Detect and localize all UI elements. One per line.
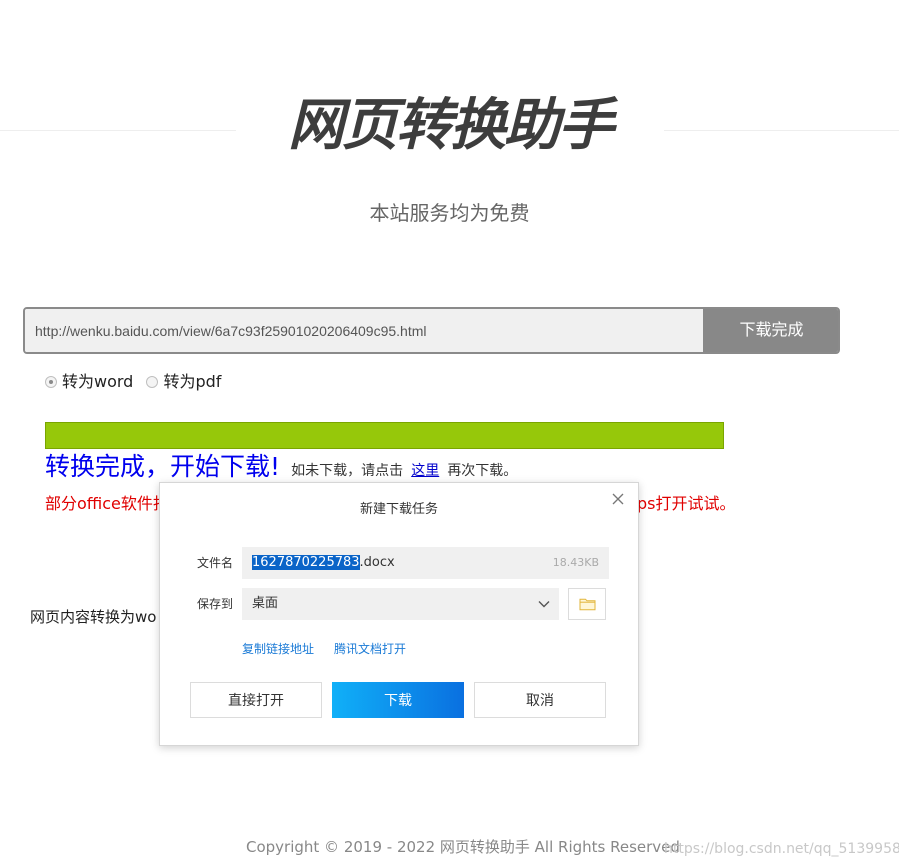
notice-text-left: 部分office软件打 bbox=[45, 494, 169, 513]
radio-word-label: 转为word bbox=[62, 372, 134, 391]
download-complete-button[interactable]: 下载完成 bbox=[703, 309, 838, 352]
progress-fill bbox=[46, 423, 723, 448]
file-size: 18.43KB bbox=[552, 556, 599, 569]
hint-suffix: 再次下载。 bbox=[447, 463, 518, 479]
watermark: https://blog.csdn.net/qq_51399582 bbox=[664, 841, 899, 857]
save-location-label: 保存到 bbox=[197, 597, 234, 611]
convert-description: 网页内容转换为wo bbox=[30, 608, 157, 626]
progress-bar bbox=[45, 422, 724, 449]
copy-link-address[interactable]: 复制链接地址 bbox=[242, 641, 314, 657]
file-name-field[interactable]: 1627870225783.docx 18.43KB bbox=[242, 547, 609, 579]
cancel-button[interactable]: 取消 bbox=[474, 682, 606, 718]
retry-download-link[interactable]: 这里 bbox=[411, 463, 439, 479]
open-directly-button[interactable]: 直接打开 bbox=[190, 682, 322, 718]
title-divider-right bbox=[664, 130, 899, 131]
download-button[interactable]: 下载 bbox=[332, 682, 464, 718]
footer-copyright: Copyright © 2019 - 2022 网页转换助手 All Right… bbox=[246, 838, 680, 856]
radio-pdf[interactable]: 转为pdf bbox=[146, 372, 221, 392]
format-options: 转为word 转为pdf bbox=[45, 372, 229, 393]
dialog-title: 新建下载任务 bbox=[359, 502, 438, 517]
notice-text-right: ps打开试试。 bbox=[637, 494, 736, 513]
chevron-down-icon[interactable] bbox=[537, 597, 551, 611]
radio-word-dot[interactable] bbox=[45, 376, 57, 388]
file-name-text[interactable]: 1627870225783.docx bbox=[252, 555, 395, 571]
title-divider-left bbox=[0, 130, 236, 131]
save-location-select[interactable]: 桌面 bbox=[242, 588, 559, 620]
url-input[interactable] bbox=[25, 309, 703, 352]
browse-folder-button[interactable] bbox=[568, 588, 606, 620]
hint-prefix: 如未下载，请点击 bbox=[291, 463, 404, 479]
url-bar: 下载完成 bbox=[23, 307, 840, 354]
done-message: 转换完成，开始下载! bbox=[45, 452, 281, 481]
file-name-extension: .docx bbox=[359, 555, 395, 570]
site-subtitle: 本站服务均为免费 bbox=[369, 201, 530, 225]
tencent-docs-open-link[interactable]: 腾讯文档打开 bbox=[334, 641, 406, 657]
site-title: 网页转换助手 bbox=[288, 93, 614, 158]
file-name-selected: 1627870225783 bbox=[252, 555, 360, 570]
file-name-label: 文件名 bbox=[197, 556, 234, 570]
radio-pdf-dot[interactable] bbox=[146, 376, 159, 388]
close-icon[interactable] bbox=[610, 491, 626, 507]
save-location-value: 桌面 bbox=[252, 596, 279, 611]
folder-icon bbox=[579, 598, 596, 611]
download-dialog: 新建下载任务 文件名 1627870225783.docx 18.43KB 保存… bbox=[159, 482, 639, 746]
radio-word[interactable]: 转为word bbox=[45, 372, 133, 392]
radio-pdf-label: 转为pdf bbox=[163, 372, 222, 391]
